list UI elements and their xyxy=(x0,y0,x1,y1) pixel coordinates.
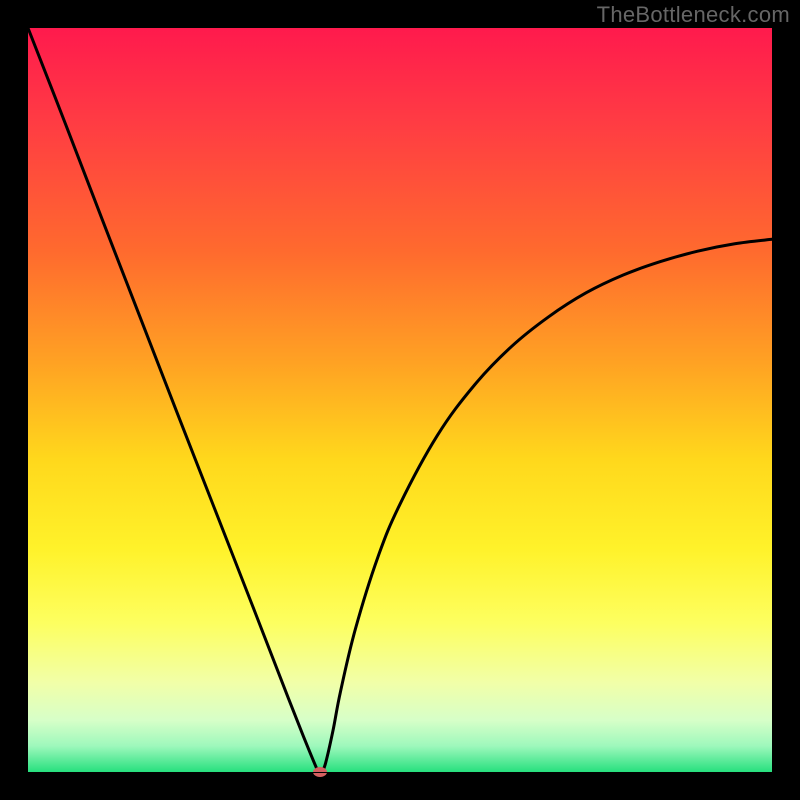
bottleneck-chart xyxy=(0,0,800,800)
chart-stage: TheBottleneck.com xyxy=(0,0,800,800)
watermark-text: TheBottleneck.com xyxy=(597,2,790,28)
